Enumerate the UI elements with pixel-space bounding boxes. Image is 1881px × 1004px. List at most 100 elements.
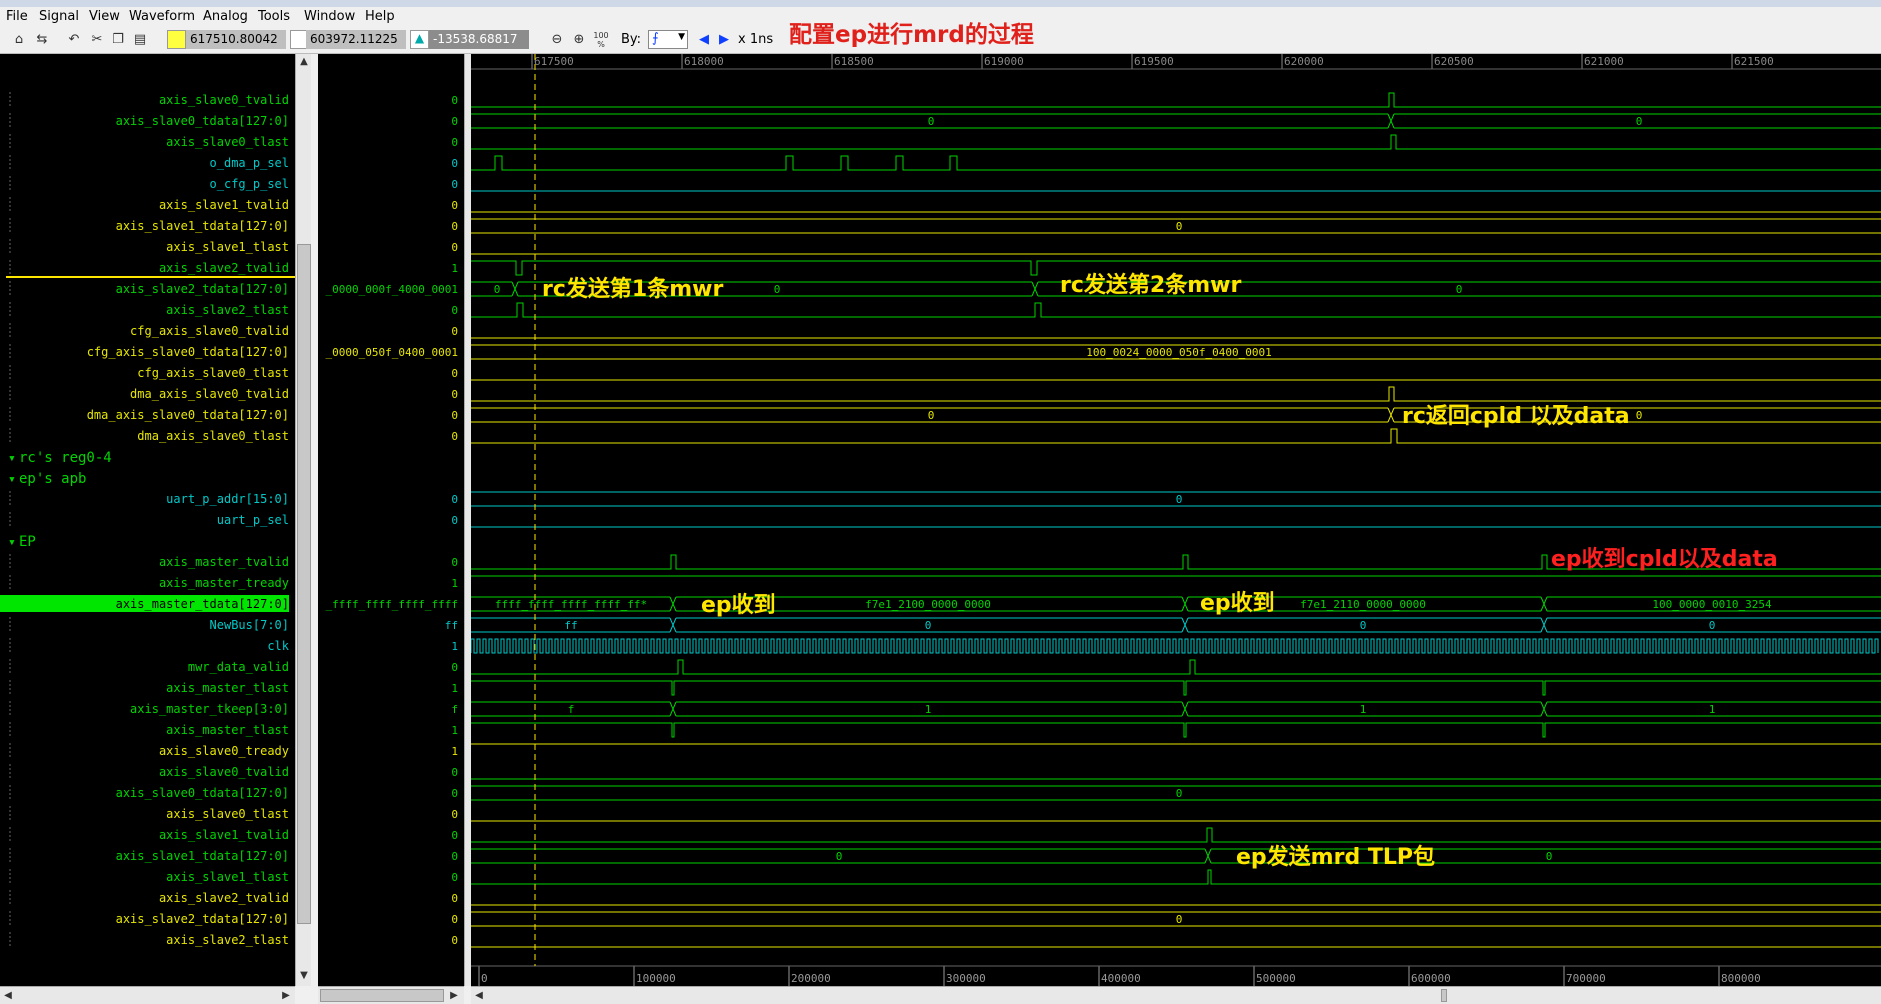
edge-select[interactable]: ⨍ ▼ [648, 30, 688, 49]
pane-splitter[interactable] [464, 54, 471, 986]
waveform-canvas[interactable]: 617500 618000 618500 619000 619500 620000 6205… [471, 54, 1881, 986]
name-pane-scrollbar[interactable]: ▲ ▼ [295, 54, 311, 986]
menu-window[interactable]: Window [304, 7, 355, 27]
scroll-right-icon[interactable]: ▶ [446, 988, 462, 1004]
group-expander: ▾ [8, 472, 16, 487]
bus-value: 1 [1360, 703, 1367, 716]
annotation-label: rc返回cpld 以及data [1402, 404, 1630, 429]
group-label: ep's apb [19, 471, 86, 487]
annotation-label: ep发送mrd TLP包 [1236, 844, 1435, 870]
bus-segment [471, 281, 512, 297]
scroll-right-icon[interactable]: ▶ [278, 988, 294, 1004]
menu-analog[interactable]: Analog [203, 7, 248, 27]
signal-value: 0 [451, 661, 458, 674]
signal-name: axis_master_tvalid [159, 555, 289, 569]
menu-view[interactable]: View [89, 7, 120, 27]
bus-value: 0 [1360, 619, 1367, 632]
time-tick-label: 618000 [684, 55, 724, 68]
zoom-100-button[interactable]: 100 % [592, 31, 610, 49]
menu-waveform[interactable]: Waveform [129, 7, 195, 27]
signal-value: 0 [451, 871, 458, 884]
signal-value: 0 [451, 829, 458, 842]
signal-name: axis_slave0_tready [159, 744, 289, 758]
scroll-thumb[interactable] [320, 989, 444, 1002]
signal-value: 0 [451, 808, 458, 821]
bus-transition [1204, 848, 1212, 864]
undo-icon[interactable]: ↶ [65, 31, 83, 49]
annotation-label: ep收到cpld以及data [1551, 546, 1778, 572]
bus-transition [669, 701, 677, 717]
paste-icon[interactable]: ▤ [131, 31, 149, 49]
signal-name: axis_slave2_tdata[127:0] [116, 912, 289, 926]
bus-value: 100_0000_0010_3254 [1652, 598, 1772, 611]
signal-name: axis_slave0_tlast [166, 135, 289, 149]
bus-value: 0 [1176, 787, 1183, 800]
time-tick-label: 621500 [1734, 55, 1774, 68]
scroll-up-icon[interactable]: ▲ [296, 54, 312, 70]
scroll-down-icon[interactable]: ▼ [296, 968, 312, 984]
signal-name: axis_slave1_tdata[127:0] [116, 219, 289, 233]
menu-tools[interactable]: Tools [258, 7, 290, 27]
signal-value: 1 [451, 577, 458, 590]
open-icon[interactable]: ⌂ [10, 31, 28, 49]
signal-name: NewBus[7:0] [210, 618, 289, 632]
signal-name: axis_slave0_tvalid [159, 765, 289, 779]
signal-waveform [471, 92, 1881, 108]
zoom-out-icon[interactable]: ⊖ [548, 31, 566, 49]
cursor-time-field[interactable]: 617510.80042 [186, 30, 286, 49]
signal-value: 0 [451, 850, 458, 863]
time-tick-label: 620500 [1434, 55, 1474, 68]
signal-value: 0 [451, 199, 458, 212]
zoom-in-icon[interactable]: ⊕ [570, 31, 588, 49]
value-hscrollbar[interactable]: ▶ [318, 986, 464, 1004]
bus-value: 0 [928, 115, 935, 128]
bus-transition [669, 617, 677, 633]
signal-waveform [471, 680, 1881, 696]
scroll-thumb[interactable] [297, 244, 311, 924]
menu-file[interactable]: File [6, 7, 28, 27]
prev-edge-icon[interactable]: ◀ [695, 31, 713, 49]
window-titlebar [0, 0, 1881, 7]
signal-name: cfg_axis_slave0_tlast [137, 366, 289, 380]
next-edge-icon[interactable]: ▶ [715, 31, 733, 49]
scroll-thumb[interactable] [1441, 989, 1447, 1002]
cut-icon[interactable]: ✂ [88, 31, 106, 49]
bus-value: f7e1_2100_0000_0000 [865, 598, 991, 611]
overview-tick-label: 300000 [946, 972, 986, 985]
scroll-left-icon[interactable]: ◀ [471, 988, 487, 1004]
bus-value: f7e1_2110_0000_0000 [1300, 598, 1426, 611]
signal-value: _0000_050f_0400_0001 [326, 346, 458, 359]
signal-name: axis_slave0_tdata[127:0] [116, 114, 289, 128]
marker-icon [290, 30, 307, 49]
chevron-down-icon: ▼ [678, 32, 685, 42]
bus-value: f [568, 703, 575, 716]
signal-value: 0 [451, 493, 458, 506]
bus-transition [1181, 596, 1189, 612]
group-label: rc's reg0-4 [19, 450, 112, 466]
signal-value: 0 [451, 766, 458, 779]
signal-name: mwr_data_valid [188, 660, 289, 674]
bus-value: 0 [1709, 619, 1716, 632]
reload-icon[interactable]: ⇆ [33, 31, 51, 49]
signal-name: clk [267, 639, 289, 653]
signal-name: axis_slave2_tlast [166, 303, 289, 317]
bus-value: 0 [494, 283, 501, 296]
bus-value: 0 [1636, 115, 1643, 128]
signal-value: 1 [451, 724, 458, 737]
delta-time-field[interactable]: -13538.68817 [429, 30, 529, 49]
marker-time-field[interactable]: 603972.11225 [306, 30, 406, 49]
signal-value: 0 [451, 787, 458, 800]
cursor-marker-icon [167, 30, 186, 49]
wave-hscrollbar[interactable]: ◀ [471, 986, 1881, 1004]
menu-help[interactable]: Help [365, 7, 395, 27]
copy-icon[interactable]: ❐ [109, 31, 127, 49]
time-tick-label: 617500 [534, 55, 574, 68]
signal-name: cfg_axis_slave0_tvalid [130, 324, 289, 338]
signal-name: uart_p_sel [217, 513, 289, 527]
signal-name: axis_slave1_tdata[127:0] [116, 849, 289, 863]
scroll-left-icon[interactable]: ◀ [0, 988, 16, 1004]
signal-name: axis_master_tready [159, 576, 289, 590]
menu-signal[interactable]: Signal [39, 7, 79, 27]
name-hscrollbar[interactable]: ◀ ▶ [0, 986, 295, 1004]
bus-transition [511, 281, 519, 297]
